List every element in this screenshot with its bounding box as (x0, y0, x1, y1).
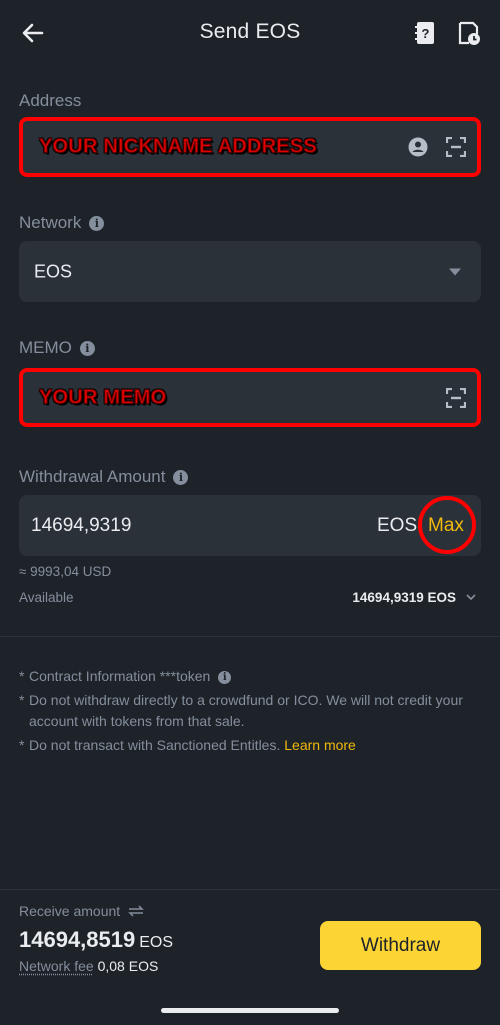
address-book-icon[interactable]: ? (414, 20, 438, 46)
max-button[interactable]: Max (428, 515, 464, 537)
network-value: EOS (34, 261, 73, 281)
amount-input[interactable]: 14694,9319 EOS Max (19, 495, 481, 556)
home-indicator (161, 1008, 339, 1013)
learn-more-link[interactable]: Learn more (284, 737, 356, 753)
info-icon[interactable]: i (89, 215, 105, 231)
memo-field[interactable]: YOUR MEMO (19, 368, 481, 427)
amount-value[interactable]: 14694,9319 (31, 515, 131, 537)
note-sanction: * Do not transact with Sanctioned Entitl… (19, 737, 356, 753)
chevron-down-icon[interactable] (465, 591, 477, 603)
info-icon[interactable]: i (218, 670, 232, 684)
available-value[interactable]: 14694,9319 EOS (352, 590, 456, 605)
address-field[interactable]: YOUR NICKNAME ADDRESS (19, 117, 481, 177)
svg-text:?: ? (422, 26, 430, 41)
info-icon[interactable]: i (173, 469, 189, 485)
note-contract: * Contract Information ***token i (19, 666, 479, 687)
withdraw-button[interactable]: Withdraw (320, 921, 481, 970)
network-fee-label[interactable]: Network fee (19, 958, 94, 974)
address-label: Address (19, 91, 82, 110)
caret-down-icon (449, 268, 461, 275)
divider (0, 636, 500, 637)
contact-icon[interactable] (408, 137, 428, 157)
history-icon[interactable] (457, 20, 481, 46)
footer-divider (0, 889, 500, 890)
memo-label: MEMO i (19, 338, 95, 358)
notes: * Contract Information ***token i * Do n… (19, 666, 479, 759)
network-select[interactable]: EOS (19, 241, 481, 302)
usd-approx: ≈ 9993,04 USD (19, 564, 112, 579)
header: Send EOS ? (0, 0, 500, 68)
scan-icon[interactable] (446, 387, 466, 408)
network-fee-value: 0,08 EOS (97, 958, 159, 974)
receive-amount-label: Receive amount (19, 903, 144, 919)
receive-amount: 14694,8519 EOS (19, 927, 174, 952)
network-fee: Network fee 0,08 EOS (19, 958, 158, 974)
address-value: YOUR NICKNAME ADDRESS (39, 135, 318, 158)
withdrawal-amount-label: Withdrawal Amount i (19, 467, 189, 487)
network-label: Network i (19, 213, 105, 233)
scan-icon[interactable] (446, 137, 466, 157)
amount-unit: EOS (377, 514, 418, 536)
info-icon[interactable]: i (79, 340, 95, 356)
available-label: Available (19, 590, 74, 605)
note-crowdfund: * Do not withdraw directly to a crowdfun… (19, 692, 463, 729)
swap-icon[interactable] (128, 905, 144, 917)
memo-value: YOUR MEMO (38, 386, 167, 409)
